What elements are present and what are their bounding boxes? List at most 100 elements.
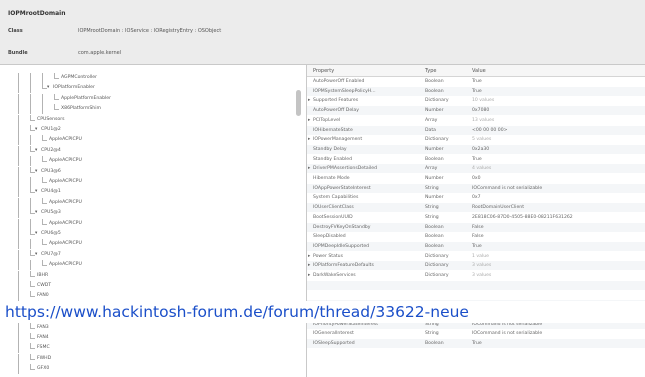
- property-row[interactable]: ▸ Supported Features Dictionary 10 values: [307, 96, 645, 105]
- property-row[interactable]: ▸ PCITopLevel Array 13 values: [307, 116, 645, 125]
- tree-row[interactable]: CPUSensors: [0, 114, 296, 125]
- expand-triangle-icon[interactable]: ▸: [308, 164, 310, 173]
- property-value: IOCommand is not serializable: [472, 331, 543, 337]
- property-row[interactable]: IOHibernateState Data <00 00 00 00>: [307, 125, 645, 135]
- property-type: Boolean: [425, 224, 444, 230]
- property-key: IOPlatformFeatureDefaults: [313, 263, 374, 269]
- tree-row[interactable]: AGPMController: [0, 73, 296, 83]
- tree-row[interactable]: FWHD: [0, 353, 296, 364]
- tree-row[interactable]: AppleACPICPU: [0, 260, 296, 271]
- tree-row[interactable]: ▾ CPU1@2: [0, 125, 296, 135]
- tree-row[interactable]: AppleACPICPU: [0, 218, 296, 229]
- expand-triangle-icon[interactable]: ▸: [308, 252, 310, 261]
- bundle-label: Bundle: [8, 50, 28, 56]
- property-row[interactable]: BootSessionUUID String 2E818C06-87D0-4505-…: [307, 213, 645, 222]
- property-row[interactable]: Hibernate Mode Number 0x0: [307, 174, 645, 183]
- expand-triangle-icon[interactable]: ▸: [308, 116, 310, 125]
- tree-row[interactable]: GFX0: [0, 364, 296, 375]
- tree-row[interactable]: FSMC: [0, 343, 296, 354]
- tree-guide: [42, 73, 43, 83]
- tree-scrollbar[interactable]: [296, 90, 301, 116]
- property-type: Dictionary: [425, 263, 449, 269]
- expand-triangle-icon[interactable]: ▸: [308, 96, 310, 105]
- tree-item-label: CPU7@7: [41, 251, 61, 257]
- tree-guide: [18, 83, 19, 94]
- tree-row[interactable]: ▾ CPU2@4: [0, 145, 296, 156]
- expand-triangle-icon[interactable]: ▸: [308, 135, 310, 144]
- tree-row[interactable]: ▾ CPU6@5: [0, 229, 296, 239]
- tree-connector: [30, 327, 35, 329]
- tree-row[interactable]: ▾ CPU5@3: [0, 208, 296, 219]
- tree-row[interactable]: FAN3: [0, 322, 296, 333]
- tree-guide: [18, 73, 19, 83]
- column-header-value[interactable]: Value: [472, 68, 486, 74]
- property-row[interactable]: [307, 280, 645, 290]
- property-row[interactable]: ▸ DriverPMAssertionsDetailed Array 4 values: [307, 164, 645, 174]
- property-row[interactable]: IOPMSystemSleepPolicyH... Boolean True: [307, 86, 645, 96]
- tree-connector: [30, 369, 35, 371]
- object-title: IOPMrootDomain: [8, 10, 66, 17]
- property-row[interactable]: ▸ IOPlatformFeatureDefaults Dictionary 3 va…: [307, 261, 645, 271]
- property-row[interactable]: IOPMDeepIdleSupported Boolean True: [307, 241, 645, 251]
- property-row[interactable]: Standby Delay Number 0x2a30: [307, 144, 645, 154]
- property-row[interactable]: AutoPowerOff Delay Number 0x7080: [307, 106, 645, 116]
- tree-row[interactable]: AppleACPICPU: [0, 197, 296, 208]
- property-row[interactable]: [307, 290, 645, 299]
- tree-guide: [30, 104, 31, 115]
- tree-row[interactable]: CWDT: [0, 281, 296, 291]
- disclosure-triangle-icon[interactable]: ▾: [35, 146, 37, 156]
- property-row[interactable]: IOUserClientClass String RootDomainUserCli…: [307, 203, 645, 213]
- property-row[interactable]: AutoPowerOff Enabled Boolean True: [307, 77, 645, 86]
- property-row[interactable]: IOSleepSupported Boolean True: [307, 338, 645, 348]
- tree-guide: [18, 93, 19, 104]
- property-row[interactable]: IOAppPowerStateInterest String IOCommand i…: [307, 183, 645, 193]
- tree-row[interactable]: X86PlatformShim: [0, 104, 296, 115]
- tree-row[interactable]: ▾ CPU7@7: [0, 249, 296, 260]
- disclosure-triangle-icon[interactable]: ▾: [47, 83, 49, 93]
- disclosure-triangle-icon[interactable]: ▾: [35, 167, 37, 177]
- expand-triangle-icon[interactable]: ▸: [308, 271, 310, 280]
- column-header-property[interactable]: Property: [313, 68, 334, 74]
- disclosure-triangle-icon[interactable]: ▾: [35, 187, 37, 197]
- expand-triangle-icon[interactable]: ▸: [308, 261, 310, 270]
- tree-item-label: CPU2@4: [41, 147, 61, 153]
- disclosure-triangle-icon[interactable]: ▾: [35, 208, 37, 218]
- tree-row[interactable]: AppleACPICPU: [0, 156, 296, 167]
- tree-guide: [18, 187, 19, 198]
- property-row[interactable]: System Capabilities Number 0x7: [307, 193, 645, 202]
- property-row[interactable]: SleepDisabled Boolean False: [307, 232, 645, 241]
- property-row[interactable]: ▸ Power Status Dictionary 1 value: [307, 252, 645, 261]
- tree-row[interactable]: ▾ IOPlatformEnabler: [0, 83, 296, 94]
- tree-row[interactable]: ▾ CPU3@6: [0, 166, 296, 177]
- tree-item-label: CPUSensors: [37, 116, 65, 122]
- property-value: 1 value: [472, 253, 489, 259]
- property-row[interactable]: Standby Enabled Boolean True: [307, 155, 645, 164]
- tree-row[interactable]: IBHR: [0, 270, 296, 281]
- property-row[interactable]: ▸ DarkWakeServices Dictionary 3 values: [307, 271, 645, 280]
- tree-connector: [42, 265, 47, 267]
- disclosure-triangle-icon[interactable]: ▾: [35, 229, 37, 239]
- tree-item-label: X86PlatformShim: [61, 106, 101, 112]
- tree-item-label: ApplePlatformEnabler: [61, 95, 111, 101]
- disclosure-triangle-icon[interactable]: ▾: [35, 250, 37, 260]
- tree-item-label: GFX0: [37, 366, 50, 372]
- tree-guide: [18, 104, 19, 115]
- property-row[interactable]: ▸ IOPowerManagement Dictionary 5 values: [307, 135, 645, 144]
- tree-item-label: FAN4: [37, 335, 49, 340]
- property-row[interactable]: DestroyFVKeyOnStandby Boolean False: [307, 222, 645, 232]
- tree-row[interactable]: AppleACPICPU: [0, 239, 296, 250]
- tree-row[interactable]: AppleACPICPU: [0, 177, 296, 187]
- tree-row[interactable]: FAN0: [0, 291, 296, 302]
- tree-row[interactable]: AppleACPICPU: [0, 135, 296, 146]
- tree-row[interactable]: ▾ CPU4@1: [0, 187, 296, 198]
- properties-table[interactable]: Property Type Value AutoPowerOff Enabled…: [307, 65, 645, 377]
- property-type: Number: [425, 176, 444, 181]
- disclosure-triangle-icon[interactable]: ▾: [35, 125, 37, 135]
- tree-item-label: FAN0: [37, 293, 49, 299]
- tree-row[interactable]: ApplePlatformEnabler: [0, 93, 296, 104]
- column-header-type[interactable]: Type: [425, 68, 436, 74]
- property-row[interactable]: IOGeneralInterest String IOCommand is not …: [307, 329, 645, 338]
- tree-row[interactable]: FAN4: [0, 333, 296, 343]
- registry-tree[interactable]: AGPMController ▾ IOPlatformEnabler ApplePla…: [0, 65, 307, 377]
- tree-guide: [18, 333, 19, 343]
